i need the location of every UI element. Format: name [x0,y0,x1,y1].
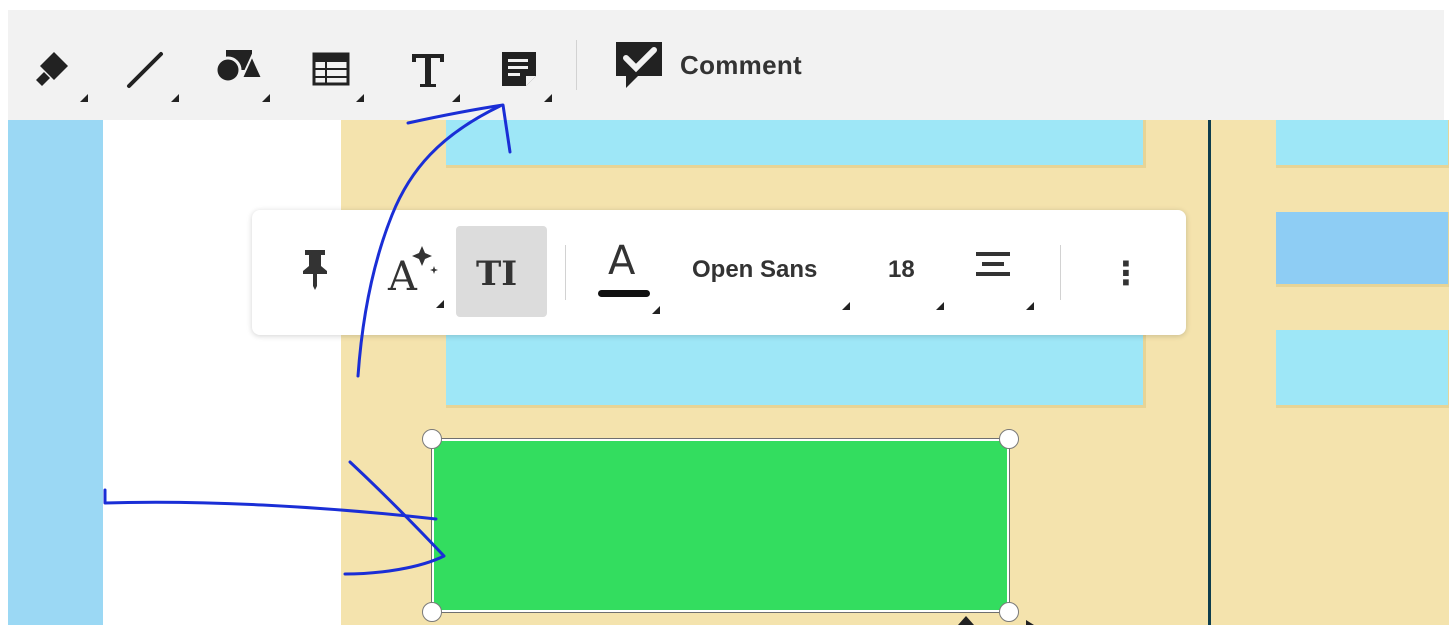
pin-icon [303,250,327,290]
swimlane-white[interactable] [103,120,341,625]
comment-icon [616,42,662,88]
dropdown-corner-icon [452,94,460,102]
more-options-button[interactable]: ⋮ [1098,240,1142,310]
text-color-glyph: A [608,238,636,284]
resize-handle-bottom-left[interactable] [422,602,442,622]
selected-rectangle[interactable] [431,438,1010,613]
rotate-connector-icon[interactable] [952,612,1042,625]
table-icon [312,52,350,86]
toolbar-separator [565,245,566,300]
ai-text-button[interactable]: A [382,232,446,312]
text-align-dropdown[interactable] [966,240,1046,310]
shapes-icon [214,50,264,84]
sticky-shape[interactable] [1276,330,1449,408]
dropdown-corner-icon [171,94,179,102]
font-family-dropdown[interactable]: Open Sans [684,240,856,310]
text-format-toolbar: A TI A Open Sans 18 ⋮ [252,210,1186,335]
resize-handle-top-left[interactable] [422,429,442,449]
line-icon [127,52,163,88]
dropdown-corner-icon [436,300,444,308]
dropdown-corner-icon [356,94,364,102]
shapes-tool-button[interactable] [204,40,270,102]
swimlane-left[interactable] [8,120,103,625]
dropdown-corner-icon [842,302,850,310]
dropdown-corner-icon [544,94,552,102]
note-tool-button[interactable] [486,40,552,102]
color-swatch [598,290,650,297]
svg-text:A: A [387,254,418,300]
more-options-icon: ⋮ [1110,255,1142,291]
text-icon [412,54,444,87]
dropdown-corner-icon [1026,302,1034,310]
lane-divider [1208,120,1211,625]
text-color-button[interactable]: A [592,234,662,314]
text-edit-glyph: TI [476,254,518,294]
comment-label: Comment [680,50,802,80]
sticky-shape[interactable] [446,330,1146,408]
text-tool-button[interactable] [394,40,460,102]
align-center-icon [976,252,1010,276]
font-size-dropdown[interactable]: 18 [878,240,948,310]
toolbar-separator [1060,245,1061,300]
dropdown-corner-icon [652,306,660,314]
dropdown-corner-icon [936,302,944,310]
paint-bucket-icon [36,52,68,86]
font-size-value: 18 [888,256,915,283]
main-toolbar: Comment [8,10,1444,120]
dropdown-corner-icon [262,94,270,102]
sticky-shape[interactable] [1276,120,1449,168]
note-icon [502,52,536,86]
fill-tool-button[interactable] [22,40,88,102]
pin-toolbar-button[interactable] [290,238,340,298]
font-family-value: Open Sans [692,256,818,283]
text-edit-button[interactable]: TI [456,226,547,317]
toolbar-separator [576,40,577,90]
sticky-shape[interactable] [446,120,1146,168]
resize-handle-top-right[interactable] [999,429,1019,449]
table-tool-button[interactable] [298,40,364,102]
sticky-shape[interactable] [1276,212,1449,287]
dropdown-corner-icon [80,94,88,102]
line-tool-button[interactable] [113,40,179,102]
